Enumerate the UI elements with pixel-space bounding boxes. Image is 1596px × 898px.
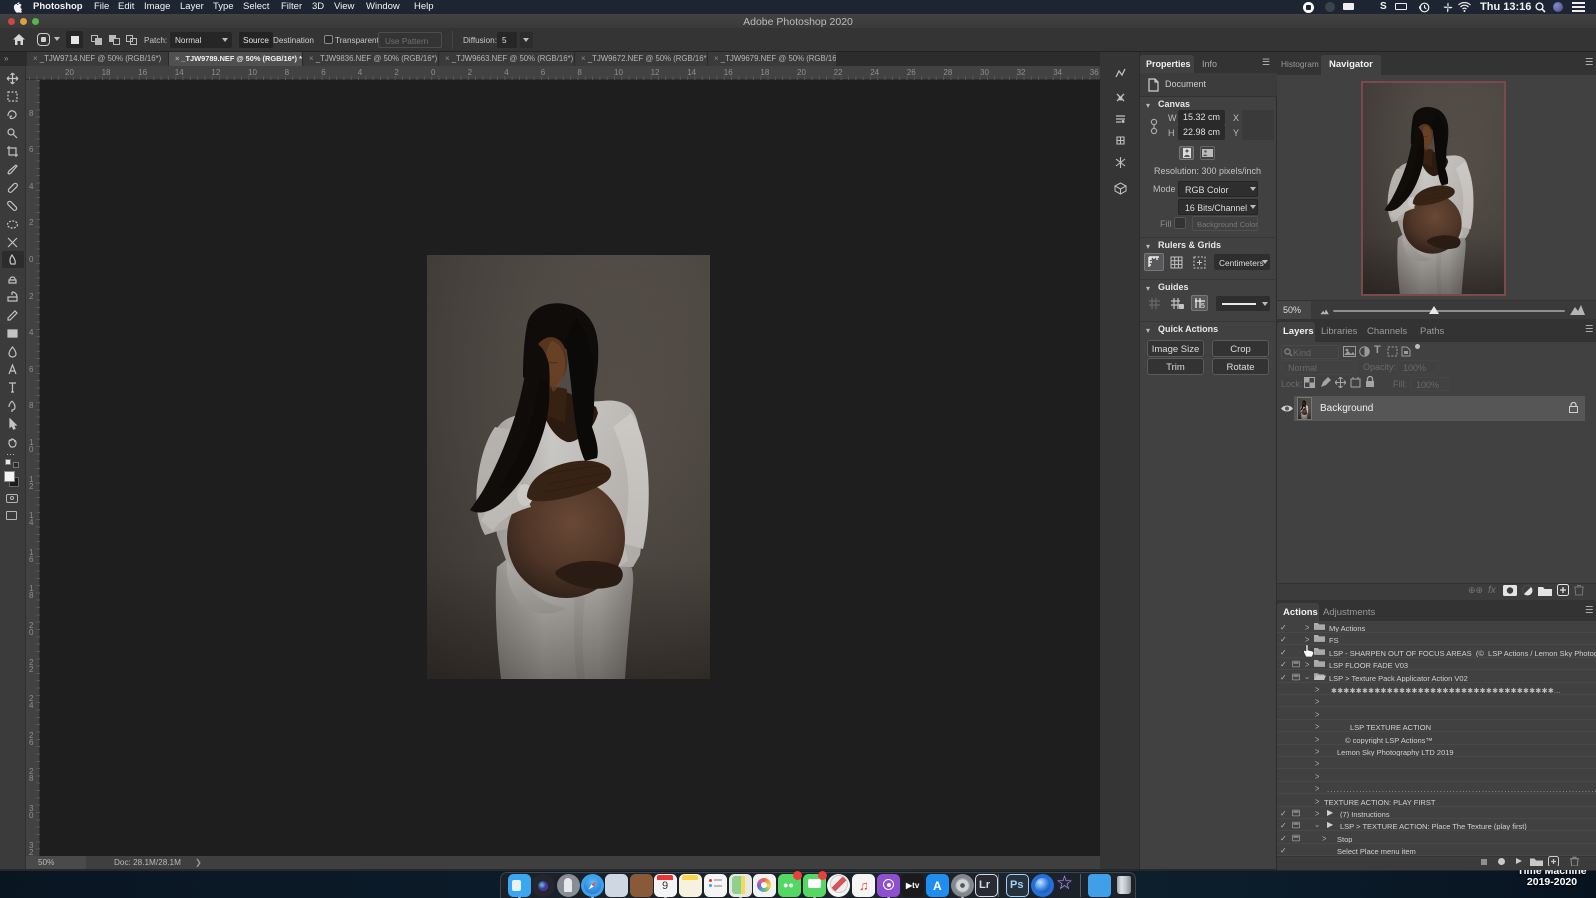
svg-text:5: 5 <box>1201 303 1205 309</box>
